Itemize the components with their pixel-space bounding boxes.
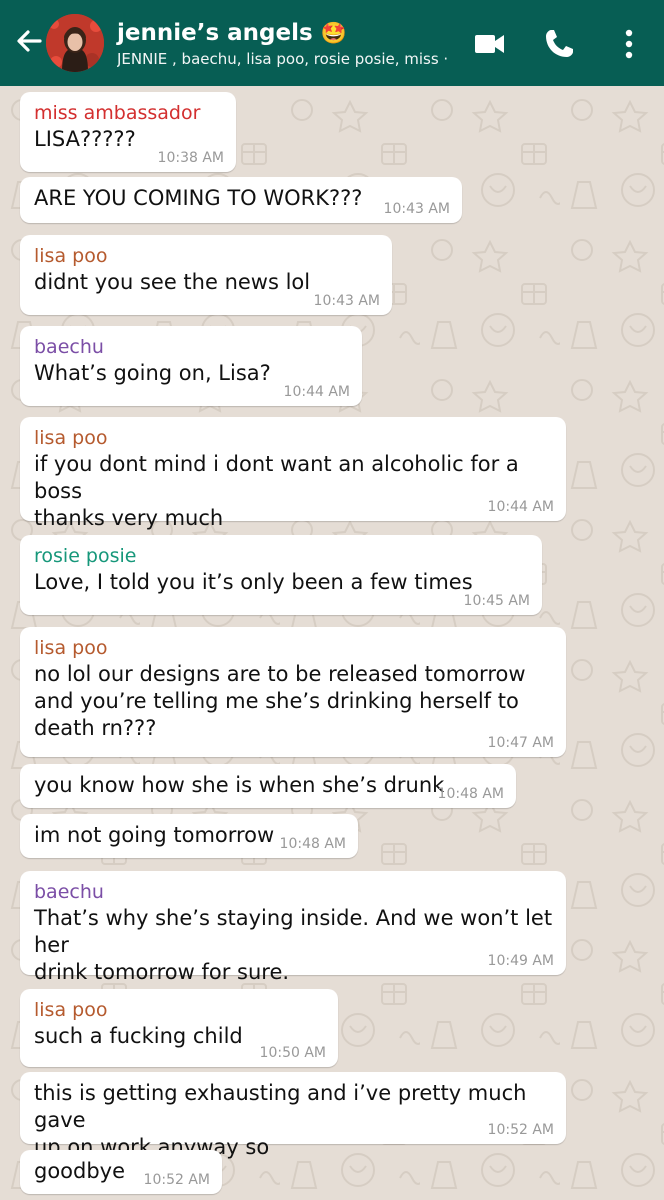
- message-sender: lisa poo: [34, 999, 108, 1021]
- message-text: That’s why she’s staying inside. And we …: [34, 906, 553, 984]
- message-time: 10:38 AM: [157, 150, 224, 166]
- message-text: didnt you see the news lol: [34, 270, 311, 294]
- message-text: no lol our designs are to be released to…: [34, 662, 526, 740]
- message-bubble[interactable]: ARE YOU COMING TO WORK??? 10:43 AM: [20, 177, 462, 223]
- message-sender: baechu: [34, 336, 104, 358]
- message-bubble[interactable]: lisa poo didnt you see the news lol 10:4…: [20, 235, 392, 315]
- message-bubble[interactable]: rosie posie Love, I told you it’s only b…: [20, 535, 542, 615]
- message-bubble[interactable]: this is getting exhausting and i’ve pret…: [20, 1072, 566, 1159]
- message-sender: lisa poo: [34, 637, 108, 659]
- message-time: 10:43 AM: [313, 293, 380, 309]
- video-call-icon[interactable]: [469, 24, 509, 64]
- message-bubble[interactable]: miss ambassador LISA????? 10:38 AM: [20, 92, 236, 172]
- more-vert-icon[interactable]: [609, 24, 649, 64]
- message-time: 10:45 AM: [463, 593, 530, 609]
- chat-title-area[interactable]: jennie’s angels 🤩 JENNIE , baechu, lisa …: [117, 18, 447, 70]
- message-sender: lisa poo: [34, 427, 108, 449]
- message-text: What’s going on, Lisa?: [34, 361, 271, 385]
- message-bubble[interactable]: lisa poo such a fucking child 10:50 AM: [20, 989, 338, 1067]
- message-bubble[interactable]: goodbye 10:52 AM: [20, 1150, 222, 1194]
- message-text: if you dont mind i dont want an alcoholi…: [34, 452, 519, 530]
- avatar[interactable]: [46, 14, 104, 72]
- chat-title: jennie’s angels 🤩: [117, 18, 447, 48]
- message-text: LISA?????: [34, 127, 136, 151]
- message-bubble[interactable]: lisa poo if you dont mind i dont want an…: [20, 417, 566, 530]
- message-sender: lisa poo: [34, 245, 108, 267]
- message-bubble[interactable]: lisa poo no lol our designs are to be re…: [20, 627, 566, 757]
- message-text: Love, I told you it’s only been a few ti…: [34, 570, 473, 594]
- chat-participants: JENNIE , baechu, lisa poo, rosie posie, …: [117, 50, 447, 68]
- phone-icon[interactable]: [539, 24, 579, 64]
- message-sender: rosie posie: [34, 545, 137, 567]
- star-struck-emoji: 🤩: [320, 21, 347, 45]
- message-time: 10:43 AM: [383, 201, 450, 217]
- message-bubble[interactable]: im not going tomorrow 10:48 AM: [20, 814, 358, 858]
- message-text: this is getting exhausting and i’ve pret…: [34, 1081, 527, 1159]
- chat-header: jennie’s angels 🤩 JENNIE , baechu, lisa …: [0, 0, 664, 86]
- message-text: you know how she is when she’s drunk: [34, 773, 445, 797]
- message-time: 10:49 AM: [487, 953, 554, 969]
- message-time: 10:44 AM: [283, 384, 350, 400]
- chat-title-text: jennie’s angels: [117, 20, 313, 46]
- message-bubble[interactable]: you know how she is when she’s drunk 10:…: [20, 764, 516, 808]
- message-sender: baechu: [34, 881, 104, 903]
- message-time: 10:52 AM: [143, 1172, 210, 1188]
- message-bubble[interactable]: baechu What’s going on, Lisa? 10:44 AM: [20, 326, 362, 406]
- message-time: 10:50 AM: [259, 1045, 326, 1061]
- message-time: 10:44 AM: [487, 499, 554, 515]
- message-time: 10:47 AM: [487, 735, 554, 751]
- back-arrow-icon[interactable]: [8, 22, 48, 62]
- message-time: 10:52 AM: [487, 1122, 554, 1138]
- message-sender: miss ambassador: [34, 102, 201, 124]
- message-time: 10:48 AM: [437, 786, 504, 802]
- message-time: 10:48 AM: [279, 836, 346, 852]
- message-bubble[interactable]: baechu That’s why she’s staying inside. …: [20, 871, 566, 984]
